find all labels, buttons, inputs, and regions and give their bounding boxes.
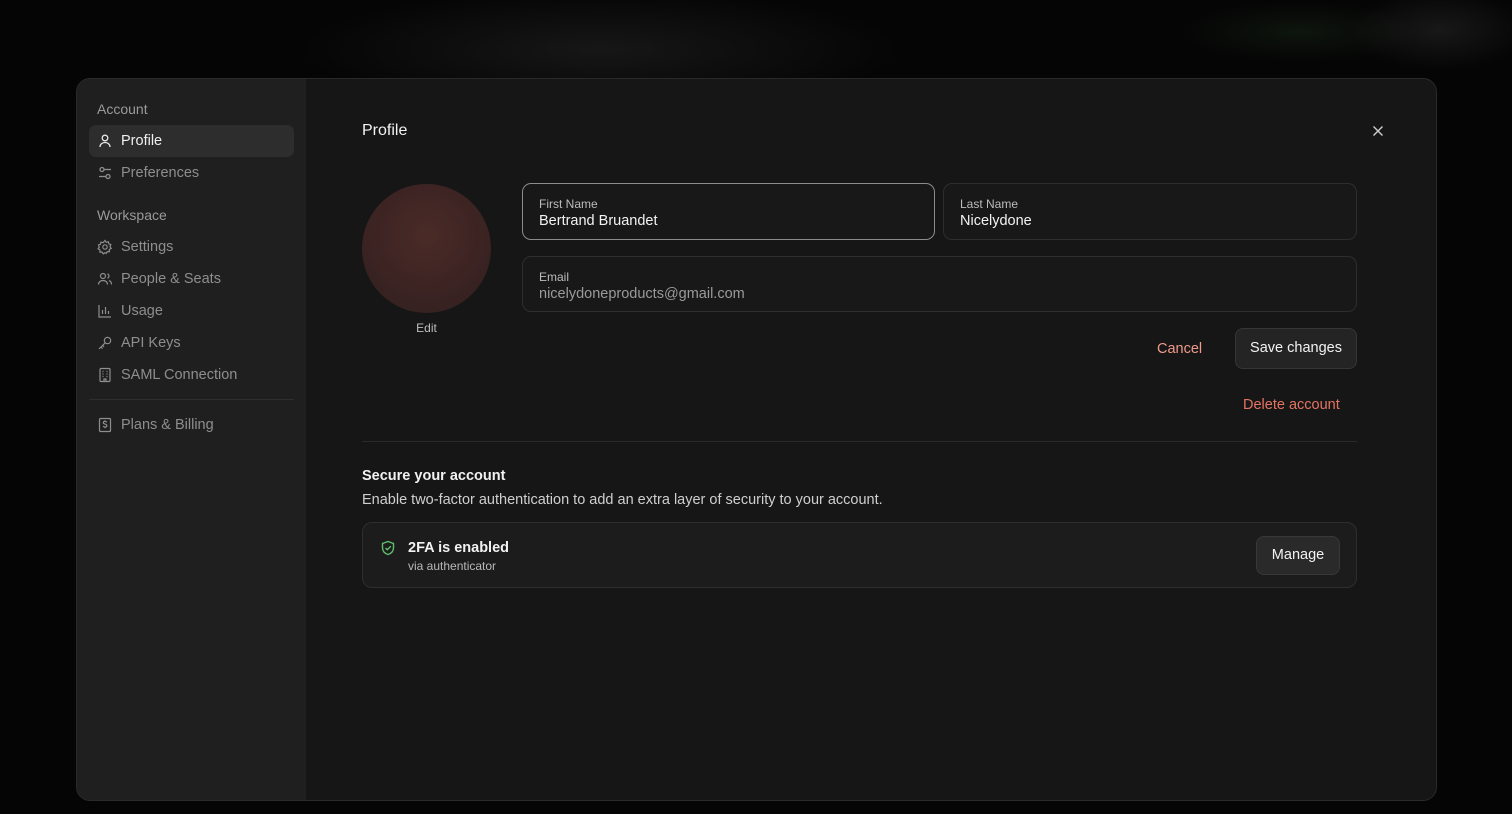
manage-2fa-button[interactable]: Manage <box>1256 536 1340 575</box>
sidebar-item-plans-billing[interactable]: Plans & Billing <box>89 409 294 441</box>
sidebar-item-people-seats[interactable]: People & Seats <box>89 263 294 295</box>
sidebar-item-label: SAML Connection <box>121 367 238 383</box>
profile-panel: Profile Edit First Name Last Name Email … <box>306 79 1436 800</box>
sidebar-item-label: API Keys <box>121 335 181 351</box>
dollar-receipt-icon <box>97 417 113 433</box>
sidebar-item-settings[interactable]: Settings <box>89 231 294 263</box>
cancel-button[interactable]: Cancel <box>1157 340 1202 358</box>
sidebar-item-label: Settings <box>121 239 174 255</box>
sidebar-item-label: Plans & Billing <box>121 417 214 433</box>
avatar-edit-link[interactable]: Edit <box>362 321 491 335</box>
save-changes-button[interactable]: Save changes <box>1235 328 1357 369</box>
sliders-icon <box>97 165 113 181</box>
gear-icon <box>97 239 113 255</box>
avatar[interactable] <box>362 184 491 313</box>
users-icon <box>97 271 113 287</box>
sidebar-item-label: Preferences <box>121 165 200 181</box>
key-icon <box>97 335 113 351</box>
sidebar-item-label: Profile <box>121 133 163 149</box>
building-icon <box>97 367 113 383</box>
last-name-input[interactable] <box>960 212 1340 230</box>
shield-check-icon <box>381 540 395 556</box>
close-button[interactable] <box>1370 123 1386 139</box>
first-name-label: First Name <box>539 197 598 211</box>
sidebar-item-saml-connection[interactable]: SAML Connection <box>89 359 294 391</box>
sidebar-item-profile[interactable]: Profile <box>89 125 294 157</box>
sidebar-item-api-keys[interactable]: API Keys <box>89 327 294 359</box>
last-name-field[interactable]: Last Name <box>943 183 1357 240</box>
twofa-status-title: 2FA is enabled <box>408 540 509 556</box>
section-label-account: Account <box>97 101 148 117</box>
page-title: Profile <box>362 122 408 139</box>
email-label: Email <box>539 270 570 284</box>
twofa-status-card: 2FA is enabled via authenticator Manage <box>362 522 1357 588</box>
email-field[interactable]: Email <box>522 256 1357 312</box>
settings-sidebar: Account Profile Preferences Workspace Se… <box>77 79 306 800</box>
user-icon <box>97 133 113 149</box>
email-input[interactable] <box>539 285 1340 303</box>
secure-account-description: Enable two-factor authentication to add … <box>362 492 883 508</box>
delete-account-button[interactable]: Delete account <box>1243 396 1340 414</box>
bar-chart-icon <box>97 303 113 319</box>
sidebar-item-label: Usage <box>121 303 163 319</box>
close-icon <box>1373 126 1383 136</box>
sidebar-divider <box>89 399 294 400</box>
settings-modal: Account Profile Preferences Workspace Se… <box>76 78 1437 801</box>
twofa-status-subtitle: via authenticator <box>408 559 497 573</box>
section-divider <box>362 441 1357 442</box>
sidebar-item-usage[interactable]: Usage <box>89 295 294 327</box>
sidebar-item-label: People & Seats <box>121 271 221 287</box>
first-name-input[interactable] <box>539 212 918 230</box>
secure-account-heading: Secure your account <box>362 468 506 484</box>
first-name-field[interactable]: First Name <box>522 183 935 240</box>
sidebar-item-preferences[interactable]: Preferences <box>89 157 294 189</box>
section-label-workspace: Workspace <box>97 207 167 223</box>
last-name-label: Last Name <box>960 197 1019 211</box>
